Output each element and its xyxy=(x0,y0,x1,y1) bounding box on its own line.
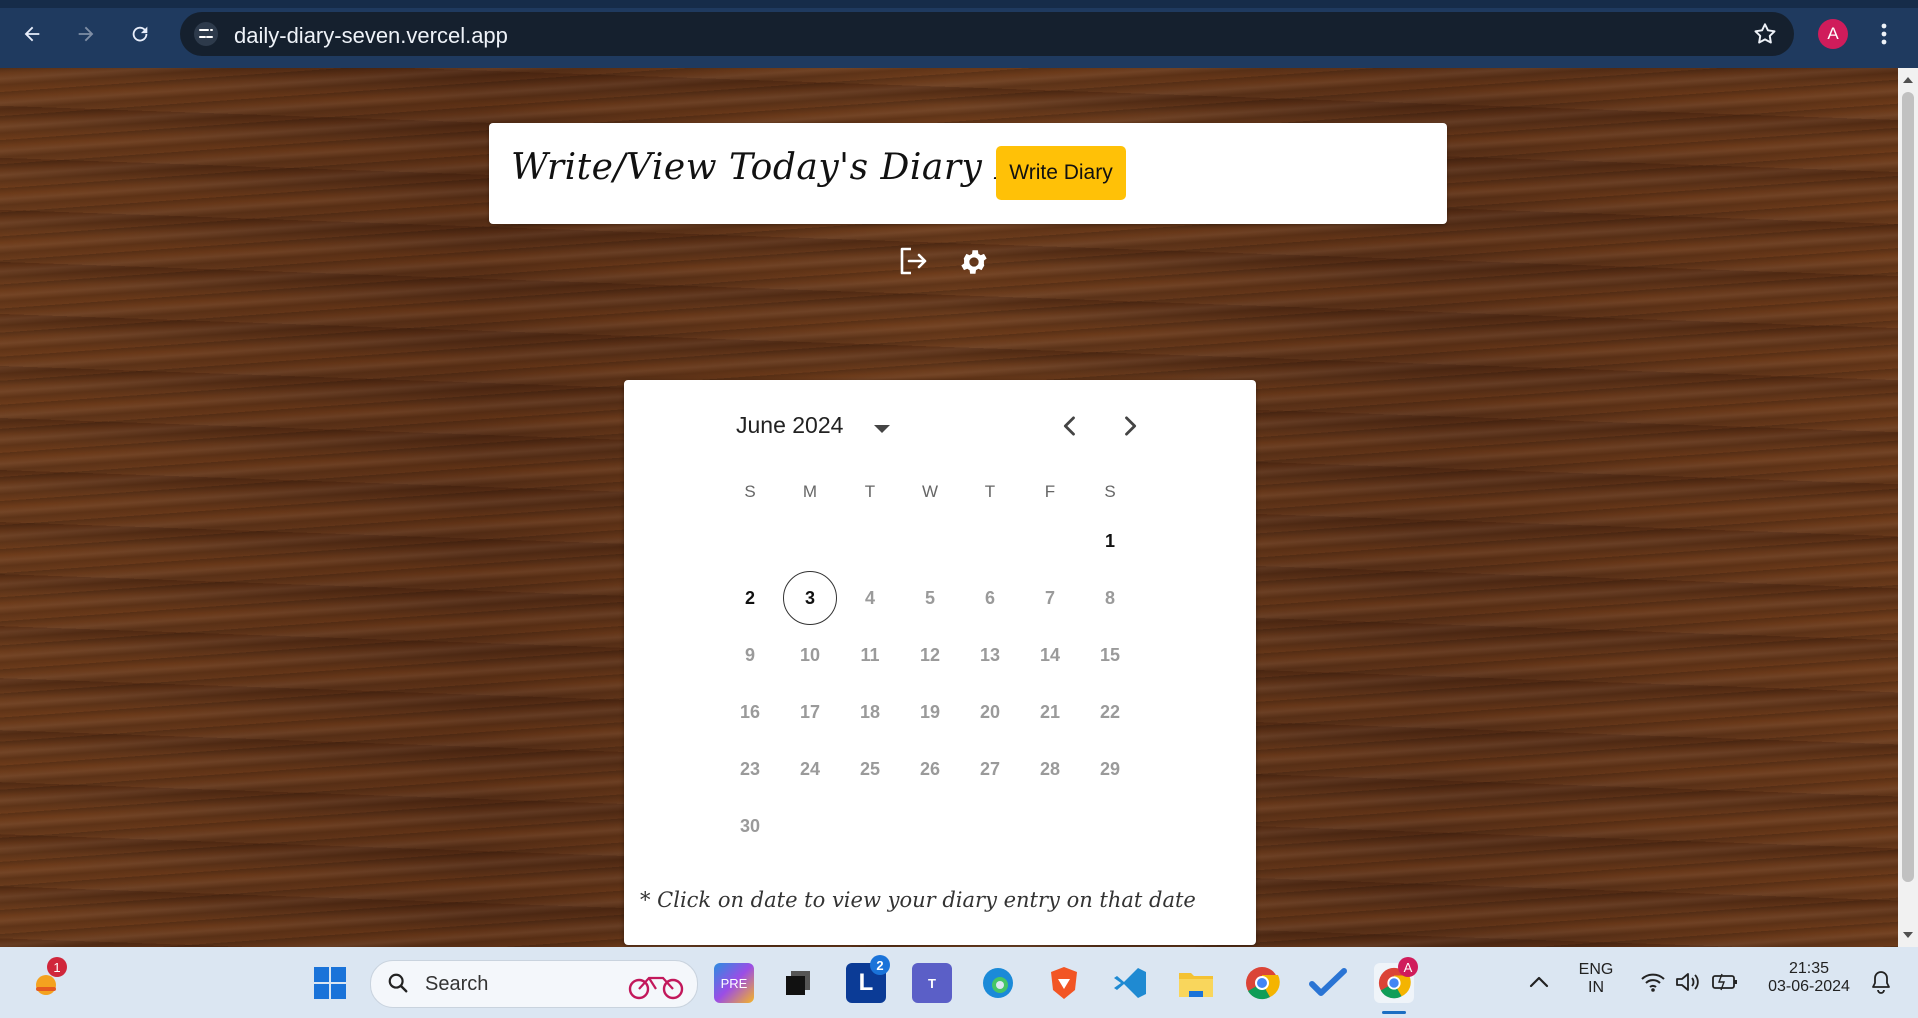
chrome-profile-icon[interactable]: A xyxy=(1374,957,1418,1003)
calendar-day[interactable]: 20 xyxy=(963,685,1017,739)
action-icons xyxy=(896,244,996,284)
calendar-day[interactable]: 8 xyxy=(1083,571,1137,625)
previous-month-icon[interactable] xyxy=(1056,412,1084,440)
vscode-icon[interactable] xyxy=(1110,963,1150,1003)
calendar-day[interactable]: 18 xyxy=(843,685,897,739)
brave-icon[interactable] xyxy=(1044,963,1084,1003)
calendar-day-selected[interactable]: 3 xyxy=(783,571,837,625)
todo-check-icon[interactable] xyxy=(1308,963,1348,1003)
lens-badge: 2 xyxy=(870,955,890,975)
calendar-day[interactable]: 26 xyxy=(903,742,957,796)
calendar-day[interactable]: 4 xyxy=(843,571,897,625)
calendar-day[interactable]: 22 xyxy=(1083,685,1137,739)
calendar-day[interactable]: 1 xyxy=(1083,514,1137,568)
url-text[interactable]: daily-diary-seven.vercel.app xyxy=(234,23,508,49)
start-windows-icon[interactable] xyxy=(310,963,350,1003)
clock-date: 03-06-2024 xyxy=(1768,978,1850,995)
site-info-icon[interactable] xyxy=(194,22,218,46)
weather-badge: 1 xyxy=(47,957,67,977)
calendar-day[interactable]: 21 xyxy=(1023,685,1077,739)
calendar-day[interactable]: 13 xyxy=(963,628,1017,682)
edge-icon[interactable] xyxy=(978,963,1018,1003)
calendar-day[interactable]: 6 xyxy=(963,571,1017,625)
calendar-card: June 2024 SMTWTFS 1 2 3 4 5 6 7 8 9 10 11 12 13 14 15 1… xyxy=(624,380,1256,945)
active-app-indicator xyxy=(1382,1011,1406,1014)
reload-icon[interactable] xyxy=(124,18,156,50)
browser-toolbar: daily-diary-seven.vercel.app A xyxy=(0,0,1918,68)
next-month-icon[interactable] xyxy=(1116,412,1144,440)
weekday-label: T xyxy=(984,482,996,501)
clock-time: 21:35 xyxy=(1788,960,1830,977)
calendar-day[interactable]: 5 xyxy=(903,571,957,625)
battery-icon[interactable] xyxy=(1710,972,1738,992)
calendar-day[interactable]: 28 xyxy=(1023,742,1077,796)
month-dropdown-icon[interactable] xyxy=(874,425,890,433)
weekday-label: S xyxy=(744,482,756,501)
clock[interactable]: 21:35 03-06-2024 xyxy=(1754,960,1864,996)
weekday-label: T xyxy=(864,482,876,501)
forward-icon[interactable] xyxy=(70,18,102,50)
calendar-day[interactable]: 14 xyxy=(1023,628,1077,682)
calendar-month-label[interactable]: June 2024 xyxy=(736,412,843,439)
weekday-label: F xyxy=(1044,482,1056,501)
logout-icon[interactable] xyxy=(896,244,930,278)
calendar-day[interactable]: 9 xyxy=(723,628,777,682)
chrome-profile-badge: A xyxy=(1398,957,1418,977)
wood-background: Write/View Today's Diary Entry Write Dia… xyxy=(0,68,1898,947)
task-view-icon[interactable] xyxy=(778,963,818,1003)
calendar-day[interactable]: 24 xyxy=(783,742,837,796)
calendar-day[interactable]: 25 xyxy=(843,742,897,796)
taskbar: 1 Search PRE L 2 T A ENG IN 21:35 03-06-… xyxy=(0,947,1918,1018)
bicycle-icon xyxy=(628,976,684,1000)
language-code: ENG xyxy=(1578,961,1614,978)
calendar-day[interactable]: 10 xyxy=(783,628,837,682)
language-indicator[interactable]: ENG IN xyxy=(1572,961,1620,997)
calendar-day[interactable]: 27 xyxy=(963,742,1017,796)
calendar-day[interactable]: 2 xyxy=(723,571,777,625)
scroll-thumb[interactable] xyxy=(1902,92,1914,882)
page-scrollbar[interactable] xyxy=(1898,68,1918,947)
calendar-day[interactable]: 29 xyxy=(1083,742,1137,796)
weekday-label: M xyxy=(802,482,818,501)
lens-app-icon[interactable]: L 2 xyxy=(846,955,890,1003)
taskbar-search[interactable]: Search xyxy=(370,960,698,1008)
write-diary-button[interactable]: Write Diary xyxy=(996,146,1126,200)
notification-bell-icon[interactable] xyxy=(1868,969,1894,995)
search-icon xyxy=(388,973,408,993)
settings-gear-icon[interactable] xyxy=(958,246,990,278)
calendar-day[interactable]: 16 xyxy=(723,685,777,739)
calendar-day[interactable]: 30 xyxy=(723,799,777,853)
wifi-icon[interactable] xyxy=(1640,971,1666,993)
calendar-day[interactable]: 23 xyxy=(723,742,777,796)
calendar-day[interactable]: 15 xyxy=(1083,628,1137,682)
region-code: IN xyxy=(1588,979,1604,996)
file-explorer-icon[interactable] xyxy=(1176,963,1216,1003)
teams-icon[interactable]: T xyxy=(912,963,952,1003)
header-card: Write/View Today's Diary Entry Write Dia… xyxy=(489,123,1447,224)
calendar-hint: * Click on date to view your diary entry… xyxy=(640,888,1196,912)
calendar-day[interactable]: 7 xyxy=(1023,571,1077,625)
chevron-up-icon[interactable] xyxy=(1528,973,1550,991)
scroll-up-icon[interactable] xyxy=(1903,77,1913,83)
scroll-down-icon[interactable] xyxy=(1903,932,1913,938)
weekday-label: S xyxy=(1104,482,1116,501)
search-placeholder: Search xyxy=(425,973,489,995)
weather-widget-icon[interactable]: 1 xyxy=(26,957,67,1003)
browser-menu-icon[interactable] xyxy=(1874,20,1894,48)
profile-avatar[interactable]: A xyxy=(1818,19,1848,49)
chrome-icon[interactable] xyxy=(1242,963,1282,1003)
calendar-day[interactable]: 19 xyxy=(903,685,957,739)
back-icon[interactable] xyxy=(16,18,48,50)
calendar-day[interactable]: 11 xyxy=(843,628,897,682)
volume-icon[interactable] xyxy=(1674,970,1700,994)
calendar-day[interactable]: 17 xyxy=(783,685,837,739)
bookmark-star-icon[interactable] xyxy=(1752,21,1778,47)
calendar-day[interactable]: 12 xyxy=(903,628,957,682)
copilot-icon[interactable]: PRE xyxy=(714,963,754,1003)
weekday-label: W xyxy=(921,482,939,501)
address-bar[interactable]: daily-diary-seven.vercel.app xyxy=(180,12,1794,56)
